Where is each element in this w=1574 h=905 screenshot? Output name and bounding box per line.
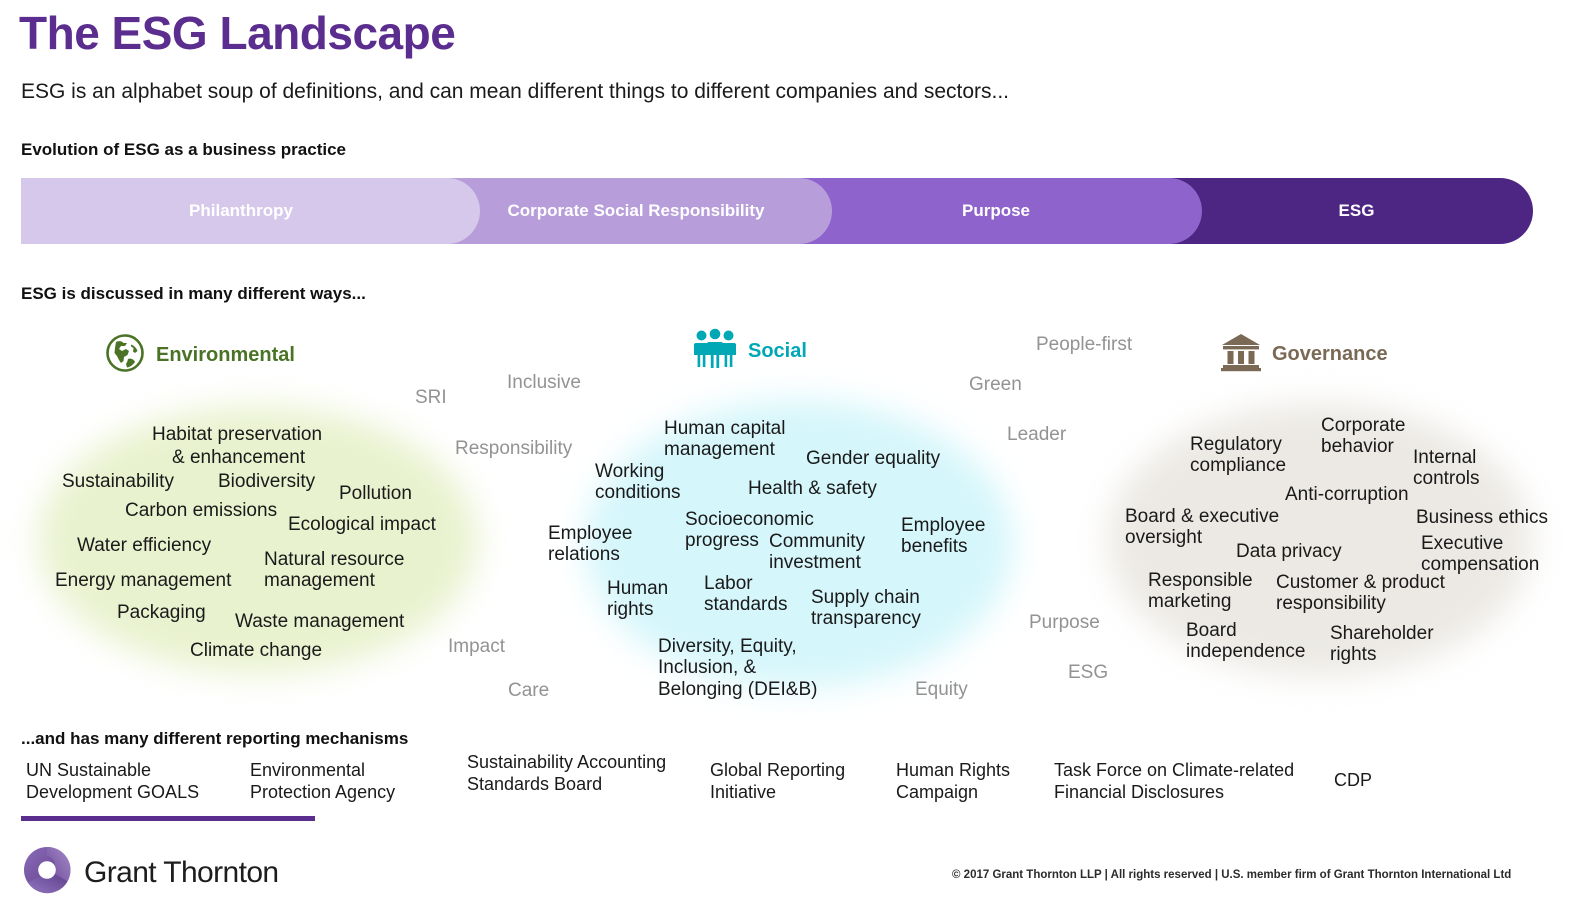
globe-icon [104, 332, 146, 379]
term-chip: Waste management [235, 611, 405, 632]
segment-label: Philanthropy [189, 201, 293, 221]
term-chip: Diversity, Equity, Inclusion, & Belongin… [658, 636, 818, 700]
pillar-title: Governance [1272, 343, 1388, 365]
page-subtitle: ESG is an alphabet soup of definitions, … [21, 80, 1010, 103]
term-chip: Supply chain transparency [811, 587, 921, 630]
term-chip: Human capital management [664, 418, 786, 461]
term-chip: Pollution [339, 483, 412, 504]
pillar-header-environmental: Environmental [104, 332, 295, 379]
copyright-text: © 2017 Grant Thornton LLP | All rights r… [952, 869, 1512, 881]
page-title: The ESG Landscape [19, 7, 456, 59]
term-chip: Employee relations [548, 523, 633, 566]
grant-thornton-logo: Grant Thornton [22, 845, 279, 900]
three-people-icon [692, 328, 738, 375]
term-chip: Energy management [55, 570, 232, 591]
term-chip: Business ethics [1416, 507, 1549, 528]
reporting-item: Task Force on Climate-related Financial … [1054, 760, 1295, 802]
ghost-word: Care [508, 680, 550, 701]
ways-section-heading: ESG is discussed in many different ways.… [21, 284, 366, 303]
segment-label: Corporate Social Responsibility [507, 201, 765, 221]
evolution-bar: ESG Purpose Corporate Social Responsibil… [21, 178, 1533, 244]
term-chip: Natural resource management [264, 549, 405, 592]
term-chip: Working conditions [595, 461, 681, 504]
term-chip: Executive compensation [1421, 533, 1540, 576]
reporting-item: Human Rights Campaign [896, 760, 1011, 802]
reporting-section-heading: ...and has many different reporting mech… [21, 729, 409, 748]
term-chip: Shareholder rights [1330, 623, 1434, 666]
ghost-word: ESG [1068, 662, 1109, 683]
pillar-header-governance: Governance [1220, 332, 1388, 377]
reporting-item: CDP [1334, 770, 1373, 790]
evolution-segment-philanthropy[interactable]: Philanthropy [21, 178, 480, 244]
logo-wordmark: Grant Thornton [84, 855, 279, 889]
term-chip: Sustainability [62, 471, 174, 492]
term-chip: Responsible marketing [1148, 570, 1253, 613]
term-chip: Water efficiency [77, 535, 212, 556]
bank-icon [1220, 332, 1262, 377]
term-chip: Regulatory compliance [1190, 434, 1287, 477]
pillar-header-social: Social [692, 328, 807, 375]
term-chip: Ecological impact [288, 514, 436, 535]
term-chip: Labor standards [704, 573, 788, 616]
ghost-word: Equity [915, 679, 968, 700]
term-chip: Corporate behavior [1321, 415, 1406, 458]
reporting-item: Global Reporting Initiative [710, 760, 846, 802]
ghost-word: Leader [1007, 424, 1067, 445]
ghost-word: Responsibility [455, 438, 573, 459]
term-chip: Carbon emissions [125, 500, 278, 521]
ghost-word: Green [969, 374, 1022, 395]
term-chip: Board independence [1186, 620, 1306, 663]
term-chip: Habitat preservation [152, 424, 323, 445]
term-chip: Climate change [190, 640, 323, 661]
pillar-title: Environmental [156, 344, 295, 366]
term-chip: Anti-corruption [1285, 484, 1409, 505]
term-chip: Packaging [117, 602, 206, 623]
term-chip: Gender equality [806, 448, 941, 469]
ghost-word: People-first [1036, 334, 1133, 355]
pillar-title: Social [748, 340, 807, 362]
term-chip: Data privacy [1236, 541, 1342, 562]
segment-label: ESG [1338, 201, 1375, 221]
evolution-section-heading: Evolution of ESG as a business practice [21, 140, 346, 159]
term-chip: Internal controls [1413, 447, 1480, 490]
ghost-word: SRI [415, 387, 447, 408]
term-chip: Employee benefits [901, 515, 986, 558]
term-chip: Customer & product responsibility [1276, 572, 1445, 615]
ghost-word: Inclusive [507, 372, 581, 393]
swirl-logo-icon [22, 845, 72, 900]
reporting-item: Environmental Protection Agency [250, 760, 396, 802]
term-chip: Biodiversity [218, 471, 316, 492]
ghost-word: Purpose [1029, 612, 1100, 633]
term-chip: Community investment [769, 531, 866, 574]
segment-label: Purpose [961, 201, 1031, 221]
ghost-word: Impact [448, 636, 506, 657]
term-chip: Health & safety [748, 478, 877, 499]
term-chip: & enhancement [172, 447, 306, 468]
reporting-underline [21, 816, 315, 821]
slide-canvas: The ESG Landscape ESG is an alphabet sou… [0, 0, 1574, 905]
reporting-item: UN Sustainable Development GOALS [26, 760, 200, 802]
reporting-item: Sustainability Accounting Standards Boar… [467, 752, 667, 794]
term-chip: Human rights [607, 578, 669, 621]
